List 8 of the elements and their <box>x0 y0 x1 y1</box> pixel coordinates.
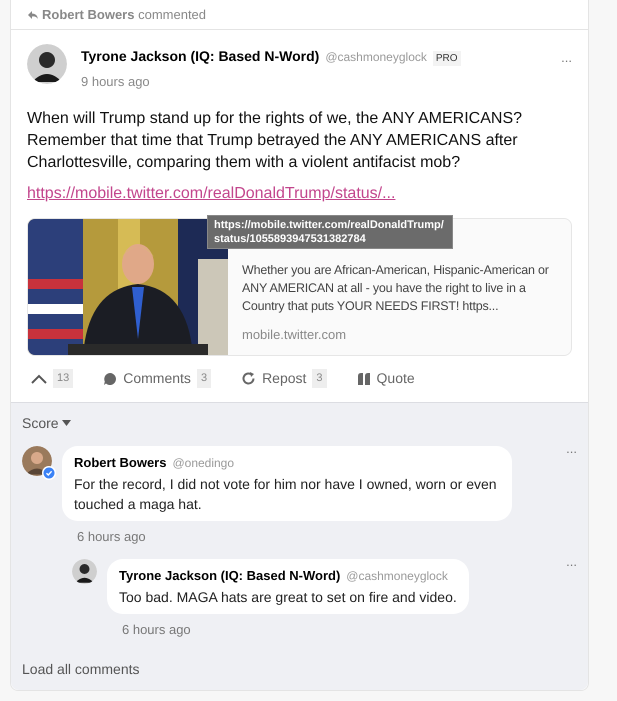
post-text: When will Trump stand up for the rights of we, the ANY AMERICANS? Remember that time that Trump betrayed the ANY AMERICANS after Charlottesville, comparing them with a violent antifacist mob? <box>27 108 524 172</box>
preview-description: Whether you are African-American, Hispanic-American or ANY AMERICAN at all - you have the right to live in a Country that puts YOUR NEEDS FIRST! https... <box>242 262 550 314</box>
preview-domain: mobile.twitter.com <box>242 326 348 344</box>
link-tooltip: https://mobile.twitter.com/realDonaldTrump/ status/1055893947531382784 <box>207 214 453 248</box>
comment-text: Too bad. MAGA hats are great to set on fire and video. <box>119 588 457 607</box>
commented-notice: Robert Bowers commented <box>42 6 206 24</box>
pro-label: PRO <box>432 51 461 66</box>
comment-text: For the record, I did not vote for him nor have I owned, worn or even touched a maga hat. <box>74 475 498 514</box>
